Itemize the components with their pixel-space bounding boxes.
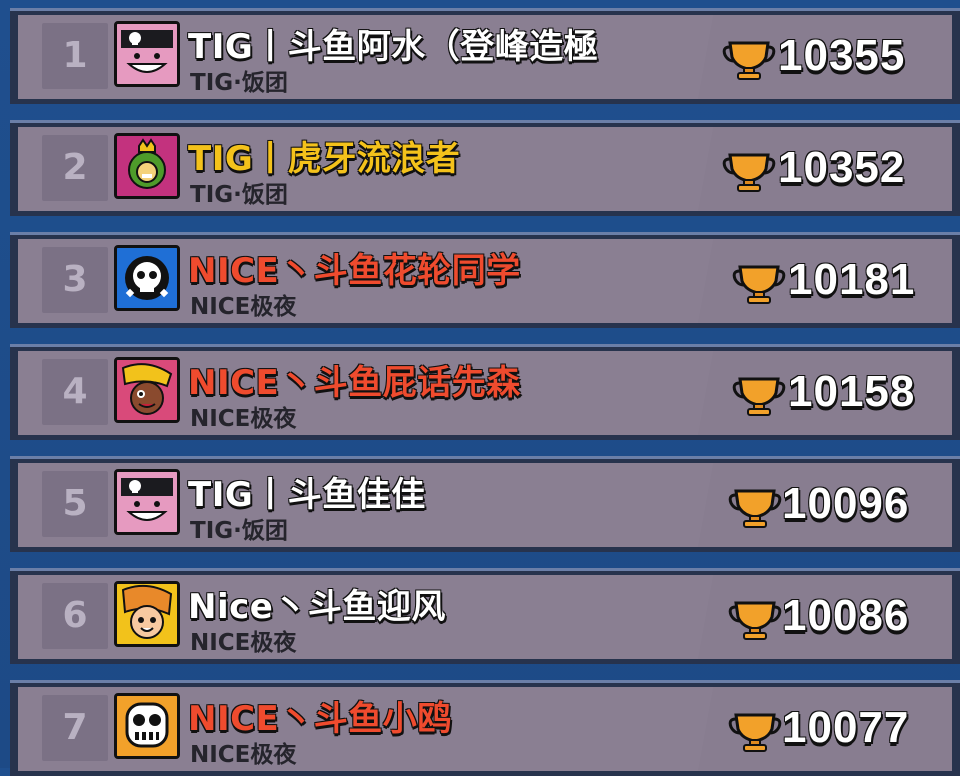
rank-number: 4 <box>62 371 88 412</box>
leaderboard-row[interactable]: 2 TIG丨虎牙流浪者 TIG·饭团 10352 <box>10 120 960 216</box>
trophy-icon <box>732 377 786 416</box>
club-name: TIG·饭团 <box>190 182 288 208</box>
trophy-count: 10352 <box>778 143 906 192</box>
player-name: TIG丨虎牙流浪者 <box>188 139 461 179</box>
trophy-count: 10158 <box>788 367 916 416</box>
bea-avatar-icon[interactable] <box>114 357 180 423</box>
player-name: TIG丨斗鱼阿水（登峰造極 <box>188 27 599 67</box>
trophy-icon <box>728 713 782 752</box>
trophy-icon <box>728 489 782 528</box>
piper-avatar-icon[interactable] <box>114 469 180 535</box>
player-name: NICE丶斗鱼小鸥 <box>188 699 452 739</box>
trophy-icon <box>722 153 776 192</box>
trophy-icon <box>722 41 776 80</box>
player-name: Nice丶斗鱼迎风 <box>188 587 446 627</box>
leaderboard-row[interactable]: 5 TIG丨斗鱼佳佳 TIG·饭团 10096 <box>10 456 960 552</box>
club-name: TIG·饭团 <box>190 70 288 96</box>
trophy-count: 10096 <box>782 479 910 528</box>
rank-number: 3 <box>62 259 88 300</box>
club-name: NICE极夜 <box>190 406 297 432</box>
skull-logo-avatar-icon[interactable] <box>114 245 180 311</box>
piper-avatar-icon[interactable] <box>114 21 180 87</box>
player-name: NICE丶斗鱼屁话先森 <box>188 363 521 403</box>
rank-number: 6 <box>62 595 88 636</box>
club-name: TIG·饭团 <box>190 518 288 544</box>
leaderboard-row[interactable]: 7 NICE丶斗鱼小鸥 NICE极夜 10077 <box>10 680 960 776</box>
rank-number: 1 <box>62 35 88 76</box>
trophy-count: 10181 <box>788 255 916 304</box>
rank-number: 2 <box>62 147 88 188</box>
trophy-count: 10077 <box>782 703 910 752</box>
trophy-count: 10355 <box>778 31 906 80</box>
jessie-avatar-icon[interactable] <box>114 581 180 647</box>
trophy-icon <box>732 265 786 304</box>
player-name: NICE丶斗鱼花轮同学 <box>188 251 521 291</box>
trophy-count: 10086 <box>782 591 910 640</box>
leaderboard-row[interactable]: 1 TIG丨斗鱼阿水（登峰造極 TIG·饭团 10355 <box>10 8 960 104</box>
leaderboard-row[interactable]: 3 NICE丶斗鱼花轮同学 NICE极夜 10181 <box>10 232 960 328</box>
leaderboard-row[interactable]: 4 NICE丶斗鱼屁话先森 NICE极夜 10158 <box>10 344 960 440</box>
robot-skull-avatar-icon[interactable] <box>114 693 180 759</box>
club-name: NICE极夜 <box>190 630 297 656</box>
player-name: TIG丨斗鱼佳佳 <box>188 475 426 515</box>
sprout-king-avatar-icon[interactable] <box>114 133 180 199</box>
trophy-icon <box>728 601 782 640</box>
leaderboard: 1 TIG丨斗鱼阿水（登峰造極 TIG·饭团 10355 2 TIG丨虎牙流浪者… <box>0 0 960 776</box>
club-name: NICE极夜 <box>190 742 297 768</box>
club-name: NICE极夜 <box>190 294 297 320</box>
rank-number: 5 <box>62 483 88 524</box>
leaderboard-row[interactable]: 6 Nice丶斗鱼迎风 NICE极夜 10086 <box>10 568 960 664</box>
rank-number: 7 <box>62 707 88 748</box>
